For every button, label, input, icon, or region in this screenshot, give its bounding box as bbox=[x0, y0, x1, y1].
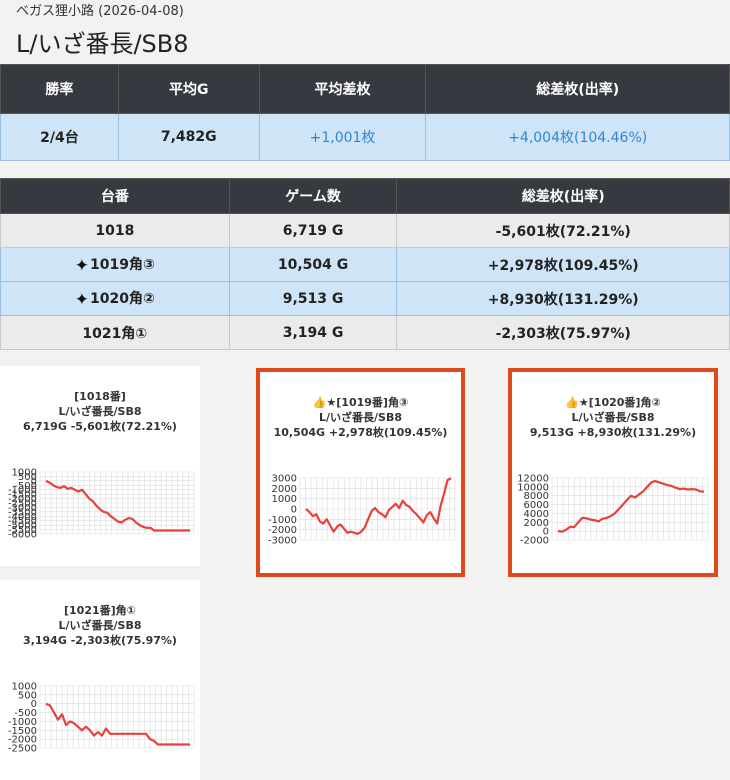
machine-diff: -2,303枚(75.97%) bbox=[396, 315, 730, 350]
machine-games: 6,719 G bbox=[228, 213, 398, 248]
summary-header-avg-games: 平均G bbox=[117, 64, 260, 114]
chart-title-line: 9,513G +8,930枚(131.29%) bbox=[530, 425, 696, 439]
summary-avg-games: 7,482G bbox=[117, 113, 260, 161]
machines-table: 台番 ゲーム数 総差枚(出率) 1018 6,719 G -5,601枚(72.… bbox=[0, 178, 730, 350]
chart-card-1021: [1021番]角① L/いざ番長/SB8 3,194G -2,303枚(75.97%… bbox=[0, 580, 200, 780]
chart-1020: 👍★[1020番]角②L/いざ番長/SB89,513G +8,930枚(131.… bbox=[517, 395, 709, 547]
page-title: L/いざ番長/SB8 bbox=[16, 30, 189, 58]
machine-number: 1021角① bbox=[0, 315, 230, 350]
machine-games: 3,194 G bbox=[228, 315, 398, 350]
chart-card-1019: 👍★[1019番]角③ L/いざ番長/SB8 10,504G +2,978枚(109… bbox=[256, 368, 465, 577]
summary-header-winrate: 勝率 bbox=[0, 64, 119, 114]
y-tick-label: -3000 bbox=[268, 536, 297, 547]
machines-header-number: 台番 bbox=[0, 178, 230, 214]
summary-values-row: 2/4台 7,482G +1,001枚 +4,004枚(104.46%) bbox=[0, 113, 730, 161]
chart-title-line: L/いざ番長/SB8 bbox=[58, 618, 141, 632]
y-tick-label: -6000 bbox=[8, 530, 37, 541]
machine-number: ✦1020角② bbox=[0, 281, 230, 316]
chart-title-line: 6,719G -5,601枚(72.21%) bbox=[23, 419, 177, 433]
chart-card-1018: [1018番] L/いざ番長/SB8 6,719G -5,601枚(72.21%) 1… bbox=[0, 366, 200, 566]
table-row[interactable]: 1021角① 3,194 G -2,303枚(75.97%) bbox=[0, 315, 730, 350]
machines-header-diff: 総差枚(出率) bbox=[396, 178, 730, 214]
y-tick-label: -2500 bbox=[8, 744, 37, 755]
y-tick-label: -2000 bbox=[520, 536, 549, 547]
summary-header-total-diff: 総差枚(出率) bbox=[425, 64, 730, 114]
machines-header-games: ゲーム数 bbox=[228, 178, 398, 214]
chart-title-line: L/いざ番長/SB8 bbox=[319, 410, 402, 424]
chart-title-line: 10,504G +2,978枚(109.45%) bbox=[274, 425, 448, 439]
summary-total-diff: +4,004枚(104.46%) bbox=[425, 113, 730, 161]
machine-number: 1018 bbox=[0, 213, 230, 248]
page-subtitle: ベガス狸小路 (2026-04-08) bbox=[16, 4, 184, 19]
table-row[interactable]: ✦1019角③ 10,504 G +2,978枚(109.45%) bbox=[0, 247, 730, 282]
chart-title-line: L/いざ番長/SB8 bbox=[571, 410, 654, 424]
machine-diff: +2,978枚(109.45%) bbox=[396, 247, 730, 282]
machine-games: 9,513 G bbox=[228, 281, 398, 316]
summary-table: 勝率 平均G 平均差枚 総差枚(出率) 2/4台 7,482G +1,001枚 … bbox=[0, 64, 730, 161]
chart-title-line: 3,194G -2,303枚(75.97%) bbox=[23, 633, 177, 647]
chart-title-line: L/いざ番長/SB8 bbox=[58, 404, 141, 418]
summary-winrate: 2/4台 bbox=[0, 113, 119, 161]
sparkle-icon: ✦ bbox=[74, 255, 90, 276]
chart-1018: [1018番]L/いざ番長/SB86,719G -5,601枚(72.21%)1… bbox=[8, 389, 195, 541]
summary-header-avg-diff: 平均差枚 bbox=[258, 64, 427, 114]
chart-1019: 👍★[1019番]角③L/いざ番長/SB810,504G +2,978枚(109… bbox=[268, 395, 456, 547]
machine-diff: -5,601枚(72.21%) bbox=[396, 213, 730, 248]
chart-title-line: [1021番]角① bbox=[64, 603, 136, 617]
summary-avg-diff: +1,001枚 bbox=[258, 113, 427, 161]
chart-title-line: [1018番] bbox=[74, 389, 126, 403]
machines-header-row: 台番 ゲーム数 総差枚(出率) bbox=[0, 178, 730, 214]
table-row[interactable]: ✦1020角② 9,513 G +8,930枚(131.29%) bbox=[0, 281, 730, 316]
machine-number: ✦1019角③ bbox=[0, 247, 230, 282]
machine-diff: +8,930枚(131.29%) bbox=[396, 281, 730, 316]
chart-title-line: 👍★[1019番]角③ bbox=[313, 395, 409, 409]
sparkle-icon: ✦ bbox=[74, 289, 90, 310]
machine-games: 10,504 G bbox=[228, 247, 398, 282]
chart-1021: [1021番]角①L/いざ番長/SB83,194G -2,303枚(75.97%… bbox=[8, 603, 195, 755]
chart-card-1020: 👍★[1020番]角② L/いざ番長/SB8 9,513G +8,930枚(131.… bbox=[508, 368, 718, 577]
table-row[interactable]: 1018 6,719 G -5,601枚(72.21%) bbox=[0, 213, 730, 248]
summary-header-row: 勝率 平均G 平均差枚 総差枚(出率) bbox=[0, 64, 730, 114]
chart-title-line: 👍★[1020番]角② bbox=[565, 395, 661, 409]
